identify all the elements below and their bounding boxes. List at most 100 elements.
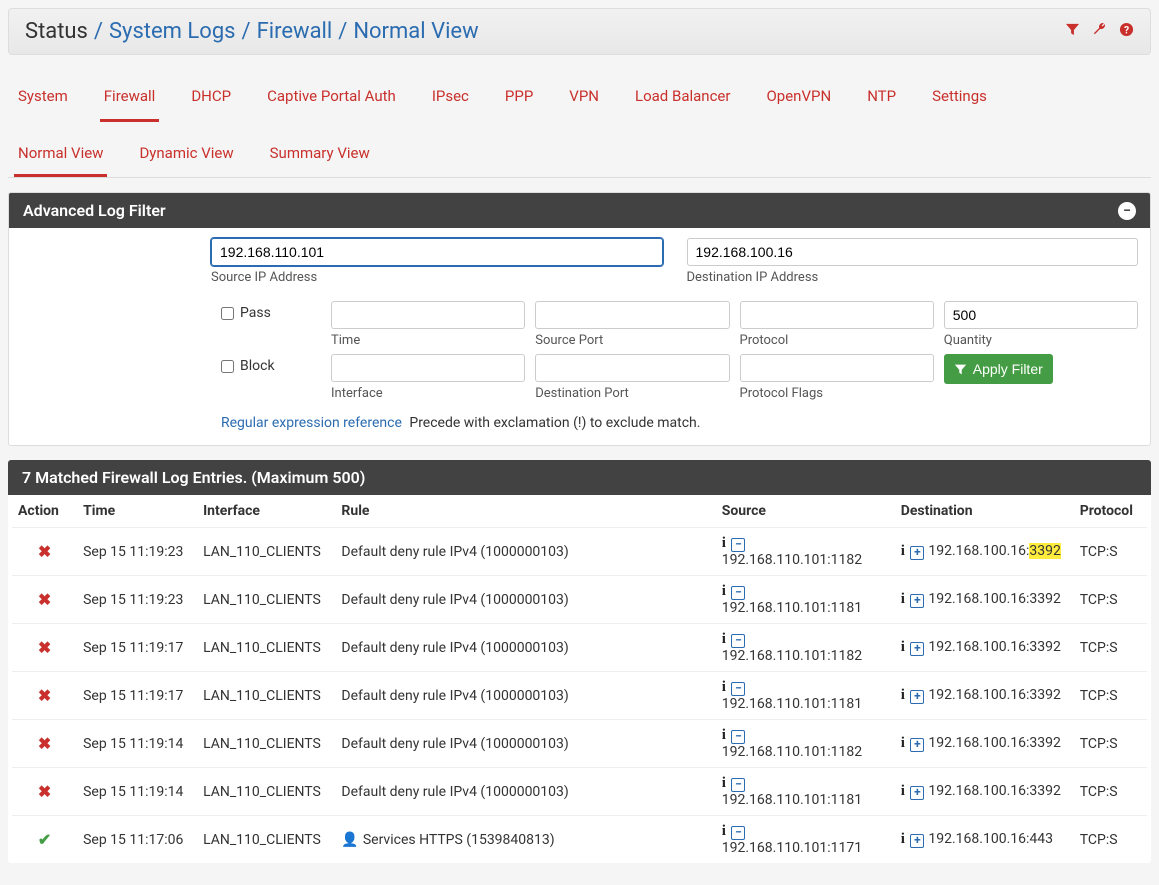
regex-note-text: Precede with exclamation (!) to exclude … bbox=[409, 415, 700, 431]
breadcrumb-firewall[interactable]: Firewall bbox=[257, 19, 333, 44]
info-icon[interactable]: i bbox=[722, 535, 726, 551]
wrench-icon[interactable] bbox=[1092, 22, 1107, 41]
action-cell[interactable]: ✖ bbox=[12, 720, 77, 768]
destination-ip-input[interactable] bbox=[687, 238, 1139, 266]
info-icon[interactable]: i bbox=[901, 783, 905, 799]
time-input[interactable] bbox=[331, 301, 525, 329]
action-cell[interactable]: ✔ bbox=[12, 816, 77, 864]
breadcrumb-system-logs[interactable]: System Logs bbox=[109, 19, 236, 44]
table-row: ✖Sep 15 11:19:14LAN_110_CLIENTSDefault d… bbox=[12, 768, 1147, 816]
destination-address: 192.168.100.16: bbox=[928, 735, 1029, 751]
minus-box-icon[interactable]: − bbox=[731, 586, 745, 600]
regex-reference-link[interactable]: Regular expression reference bbox=[221, 415, 402, 431]
action-cell[interactable]: ✖ bbox=[12, 576, 77, 624]
block-checkbox[interactable] bbox=[221, 360, 234, 373]
action-cell[interactable]: ✖ bbox=[12, 768, 77, 816]
destination-address: 192.168.100.16: bbox=[928, 831, 1029, 847]
table-row: ✔Sep 15 11:17:06LAN_110_CLIENTS👤Services… bbox=[12, 816, 1147, 864]
pass-checkbox[interactable] bbox=[221, 307, 234, 320]
minus-box-icon[interactable]: − bbox=[731, 826, 745, 840]
quantity-input[interactable] bbox=[944, 301, 1138, 329]
subtab-dynamic-view[interactable]: Dynamic View bbox=[135, 132, 237, 177]
minus-box-icon[interactable]: − bbox=[731, 538, 745, 552]
subtab-summary-view[interactable]: Summary View bbox=[266, 132, 374, 177]
protocol-flags-input[interactable] bbox=[740, 354, 934, 382]
protocol-input[interactable] bbox=[740, 301, 934, 329]
plus-box-icon[interactable]: + bbox=[910, 642, 924, 656]
info-icon[interactable]: i bbox=[901, 735, 905, 751]
destination-cell: i +192.168.100.16:3392 bbox=[895, 576, 1074, 624]
info-icon[interactable]: i bbox=[901, 543, 905, 559]
info-icon[interactable]: i bbox=[901, 639, 905, 655]
plus-box-icon[interactable]: + bbox=[910, 786, 924, 800]
log-results-panel: 7 Matched Firewall Log Entries. (Maximum… bbox=[8, 460, 1151, 863]
source-address: 192.168.110.101:1171 bbox=[722, 840, 862, 856]
apply-filter-button[interactable]: Apply Filter bbox=[944, 354, 1053, 384]
info-icon[interactable]: i bbox=[901, 687, 905, 703]
destination-cell: i +192.168.100.16:3392 bbox=[895, 528, 1074, 576]
collapse-icon[interactable]: − bbox=[1118, 202, 1136, 220]
tab-ipsec[interactable]: IPsec bbox=[428, 73, 473, 122]
action-cell[interactable]: ✖ bbox=[12, 672, 77, 720]
minus-box-icon[interactable]: − bbox=[731, 778, 745, 792]
tab-dhcp[interactable]: DHCP bbox=[187, 73, 235, 122]
info-icon[interactable]: i bbox=[722, 727, 726, 743]
tab-system[interactable]: System bbox=[14, 73, 72, 122]
block-icon: ✖ bbox=[38, 542, 51, 561]
source-port-input[interactable] bbox=[535, 301, 729, 329]
plus-box-icon[interactable]: + bbox=[910, 546, 924, 560]
action-cell[interactable]: ✖ bbox=[12, 528, 77, 576]
destination-port: 443 bbox=[1029, 831, 1053, 847]
tab-firewall[interactable]: Firewall bbox=[100, 73, 160, 122]
tab-openvpn[interactable]: OpenVPN bbox=[762, 73, 835, 122]
tab-load-balancer[interactable]: Load Balancer bbox=[631, 73, 734, 122]
rule-cell: Default deny rule IPv4 (1000000103) bbox=[335, 528, 715, 576]
header-action-icons: ? bbox=[1065, 22, 1134, 41]
pass-icon: ✔ bbox=[38, 830, 51, 849]
protocol-cell: TCP:S bbox=[1074, 672, 1147, 720]
interface-input[interactable] bbox=[331, 354, 525, 382]
breadcrumb-root[interactable]: Status bbox=[25, 19, 88, 44]
breadcrumb-normal-view[interactable]: Normal View bbox=[353, 19, 478, 44]
info-icon[interactable]: i bbox=[722, 631, 726, 647]
user-icon: 👤 bbox=[341, 832, 358, 848]
filter-icon[interactable] bbox=[1065, 22, 1080, 41]
minus-box-icon[interactable]: − bbox=[731, 634, 745, 648]
destination-ip-label: Destination IP Address bbox=[687, 270, 1139, 285]
info-icon[interactable]: i bbox=[901, 831, 905, 847]
col-interface: Interface bbox=[197, 495, 335, 528]
source-address: 192.168.110.101:1182 bbox=[722, 744, 862, 760]
time-label: Time bbox=[331, 333, 525, 348]
pass-checkbox-row[interactable]: Pass bbox=[221, 301, 321, 321]
info-icon[interactable]: i bbox=[722, 679, 726, 695]
destination-port-input[interactable] bbox=[535, 354, 729, 382]
block-checkbox-row[interactable]: Block bbox=[221, 354, 321, 374]
tab-ntp[interactable]: NTP bbox=[863, 73, 900, 122]
log-results-header: 7 Matched Firewall Log Entries. (Maximum… bbox=[8, 460, 1151, 495]
minus-box-icon[interactable]: − bbox=[731, 730, 745, 744]
subtab-normal-view[interactable]: Normal View bbox=[14, 132, 107, 177]
pass-label: Pass bbox=[240, 305, 271, 321]
minus-box-icon[interactable]: − bbox=[731, 682, 745, 696]
tab-settings[interactable]: Settings bbox=[928, 73, 991, 122]
action-cell[interactable]: ✖ bbox=[12, 624, 77, 672]
destination-port: 3392 bbox=[1029, 543, 1060, 559]
plus-box-icon[interactable]: + bbox=[910, 690, 924, 704]
info-icon[interactable]: i bbox=[722, 823, 726, 839]
plus-box-icon[interactable]: + bbox=[910, 594, 924, 608]
source-ip-input[interactable] bbox=[211, 238, 663, 266]
destination-address: 192.168.100.16: bbox=[928, 687, 1029, 703]
help-icon[interactable]: ? bbox=[1119, 22, 1134, 41]
table-row: ✖Sep 15 11:19:23LAN_110_CLIENTSDefault d… bbox=[12, 576, 1147, 624]
info-icon[interactable]: i bbox=[722, 583, 726, 599]
interface-cell: LAN_110_CLIENTS bbox=[197, 720, 335, 768]
plus-box-icon[interactable]: + bbox=[910, 738, 924, 752]
info-icon[interactable]: i bbox=[722, 775, 726, 791]
tab-captive-portal-auth[interactable]: Captive Portal Auth bbox=[263, 73, 400, 122]
plus-box-icon[interactable]: + bbox=[910, 834, 924, 848]
interface-label: Interface bbox=[331, 386, 525, 401]
tab-vpn[interactable]: VPN bbox=[565, 73, 603, 122]
info-icon[interactable]: i bbox=[901, 591, 905, 607]
col-source: Source bbox=[716, 495, 895, 528]
tab-ppp[interactable]: PPP bbox=[501, 73, 537, 122]
